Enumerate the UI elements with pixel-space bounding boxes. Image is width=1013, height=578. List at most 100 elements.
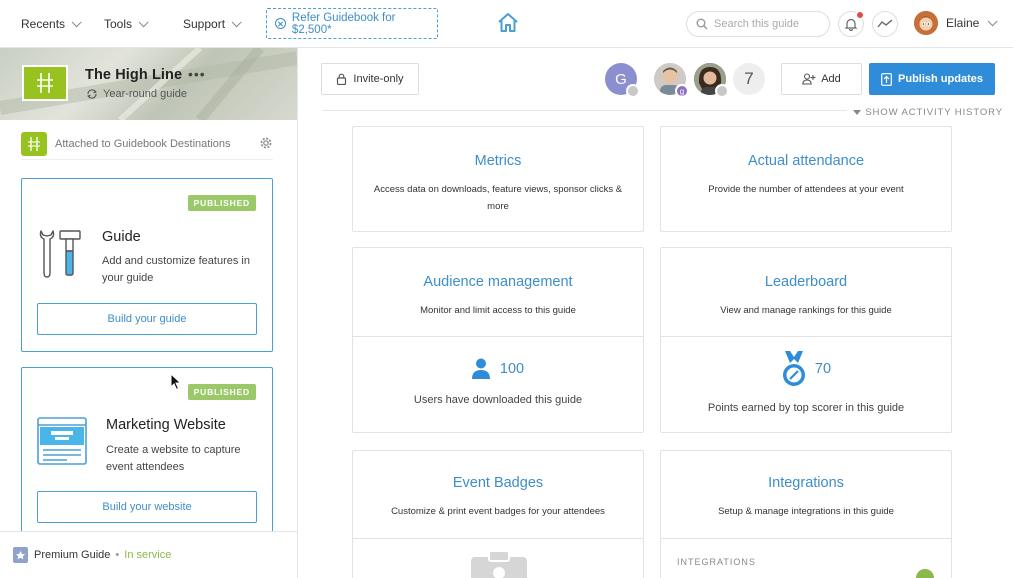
guide-card-desc: Add and customize features in your guide bbox=[102, 255, 250, 284]
chevron-down-icon bbox=[71, 16, 82, 27]
downloads-desc: Users have downloaded this guide bbox=[413, 394, 583, 406]
add-label: Add bbox=[821, 73, 841, 85]
destination-logo bbox=[21, 131, 47, 156]
metrics-title: Metrics bbox=[474, 153, 522, 169]
integrations-panel[interactable]: Integrations Setup & manage integrations… bbox=[660, 450, 952, 578]
integrations-section-label: INTEGRATIONS bbox=[677, 557, 756, 567]
marketing-card-desc: Create a website to capture event attend… bbox=[106, 444, 241, 473]
guide-subtitle: Year-round guide bbox=[86, 88, 187, 100]
notifications-button[interactable] bbox=[838, 11, 864, 37]
plan-status: In service bbox=[124, 549, 172, 561]
medal-icon bbox=[782, 351, 805, 386]
published-badge: PUBLISHED bbox=[187, 384, 256, 400]
refer-banner[interactable]: Refer Guidebook for $2,500* bbox=[266, 8, 438, 39]
search-box[interactable] bbox=[686, 11, 830, 37]
marketing-card-title: Marketing Website bbox=[106, 417, 226, 433]
home-icon bbox=[498, 13, 518, 32]
guide-logo-icon bbox=[37, 73, 53, 93]
bell-icon bbox=[844, 18, 858, 31]
tools-label: Tools bbox=[104, 17, 133, 31]
main-content: Invite-only G g 7 Add Publish updates SH… bbox=[298, 48, 1013, 578]
activity-label: SHOW ACTIVITY HISTORY bbox=[865, 107, 1003, 118]
panel-divider bbox=[661, 538, 951, 539]
leaderboard-title: Leaderboard bbox=[764, 274, 848, 290]
guide-subtitle-text: Year-round guide bbox=[103, 88, 187, 100]
collaborator-avatar[interactable] bbox=[694, 63, 729, 98]
leaderboard-panel[interactable]: Leaderboard View and manage rankings for… bbox=[660, 247, 952, 433]
upload-icon bbox=[881, 72, 892, 86]
add-collaborator-button[interactable]: Add bbox=[781, 63, 862, 95]
settings-button[interactable] bbox=[259, 136, 273, 155]
guide-hero: The High Line ••• Year-round guide bbox=[0, 48, 297, 120]
top-score-desc: Points earned by top scorer in this guid… bbox=[707, 402, 905, 414]
audience-title: Audience management bbox=[423, 274, 573, 290]
panel-divider bbox=[661, 336, 951, 337]
badges-title: Event Badges bbox=[452, 475, 544, 491]
website-icon bbox=[37, 417, 87, 465]
audience-management-panel[interactable]: Audience management Monitor and limit ac… bbox=[352, 247, 644, 433]
integrations-desc: Setup & manage integrations in this guid… bbox=[718, 506, 894, 517]
attendance-desc: Provide the number of attendees at your … bbox=[708, 184, 904, 195]
more-options-icon[interactable]: ••• bbox=[188, 66, 206, 82]
close-circle-icon[interactable] bbox=[275, 18, 286, 29]
recents-label: Recents bbox=[21, 17, 66, 31]
sidebar: The High Line ••• Year-round guide Attac… bbox=[0, 48, 298, 578]
refer-label: Refer Guidebook for $2,500* bbox=[291, 11, 396, 36]
caret-down-icon bbox=[853, 110, 862, 115]
recents-menu[interactable]: Recents bbox=[21, 0, 82, 48]
downloads-stat: 100 bbox=[353, 358, 643, 379]
invite-only-button[interactable]: Invite-only bbox=[321, 63, 419, 95]
search-input[interactable] bbox=[714, 18, 824, 30]
lock-icon bbox=[337, 73, 347, 85]
build-guide-button[interactable]: Build your guide bbox=[37, 303, 257, 335]
attached-text: Attached to Guidebook Destinations bbox=[55, 137, 231, 150]
top-nav: Recents Tools Support Refer Guidebook fo… bbox=[0, 0, 1013, 48]
collaborator-initial: G bbox=[615, 70, 627, 88]
guide-card-title: Guide bbox=[102, 229, 141, 245]
publish-label: Publish updates bbox=[898, 73, 983, 85]
badge-icon bbox=[471, 551, 527, 578]
separator-dot: • bbox=[115, 549, 120, 561]
plan-name: Premium Guide bbox=[34, 549, 111, 561]
attendance-panel[interactable]: Actual attendance Provide the number of … bbox=[660, 126, 952, 232]
publish-updates-button[interactable]: Publish updates bbox=[869, 63, 995, 95]
downloads-count: 100 bbox=[499, 360, 525, 377]
top-score-stat: 70 bbox=[661, 350, 951, 388]
event-badges-panel[interactable]: Event Badges Customize & print event bad… bbox=[352, 450, 644, 578]
collaborator-count[interactable]: 7 bbox=[733, 63, 765, 95]
crown-icon bbox=[626, 84, 640, 98]
metrics-panel[interactable]: Metrics Access data on downloads, featur… bbox=[352, 126, 644, 232]
crown-icon bbox=[715, 84, 729, 98]
published-badge: PUBLISHED bbox=[187, 195, 256, 211]
plan-footer[interactable]: Premium Guide • In service bbox=[0, 531, 297, 578]
recurring-icon bbox=[87, 89, 97, 99]
user-menu[interactable]: Elaine bbox=[914, 11, 998, 35]
build-website-button[interactable]: Build your website bbox=[37, 491, 257, 523]
support-menu[interactable]: Support bbox=[183, 0, 242, 48]
top-score-value: 70 bbox=[814, 361, 832, 377]
leaderboard-desc: View and manage rankings for this guide bbox=[720, 305, 892, 316]
user-avatar bbox=[914, 11, 938, 35]
activity-button[interactable] bbox=[872, 11, 898, 37]
panel-divider bbox=[353, 336, 643, 337]
notification-dot bbox=[856, 11, 864, 19]
chevron-down-icon bbox=[231, 16, 242, 27]
audience-desc: Monitor and limit access to this guide bbox=[420, 305, 576, 316]
badges-desc: Customize & print event badges for your … bbox=[391, 506, 605, 517]
home-button[interactable] bbox=[497, 12, 519, 39]
chevron-down-icon bbox=[988, 15, 998, 26]
guide-logo[interactable] bbox=[22, 65, 68, 101]
tools-icon bbox=[39, 230, 81, 278]
show-activity-history-toggle[interactable]: SHOW ACTIVITY HISTORY bbox=[847, 107, 1003, 118]
guide-title: The High Line bbox=[85, 67, 183, 83]
collaborator-avatar[interactable]: G bbox=[605, 63, 640, 98]
check-icon bbox=[916, 569, 934, 578]
user-icon bbox=[471, 358, 490, 379]
collaborator-badge: g bbox=[675, 84, 689, 98]
invite-only-label: Invite-only bbox=[353, 73, 404, 85]
premium-guide-icon bbox=[13, 547, 28, 563]
chevron-down-icon bbox=[138, 16, 149, 27]
collaborator-avatar[interactable]: g bbox=[654, 63, 689, 98]
tools-menu[interactable]: Tools bbox=[104, 0, 149, 48]
integrations-title: Integrations bbox=[768, 475, 844, 491]
